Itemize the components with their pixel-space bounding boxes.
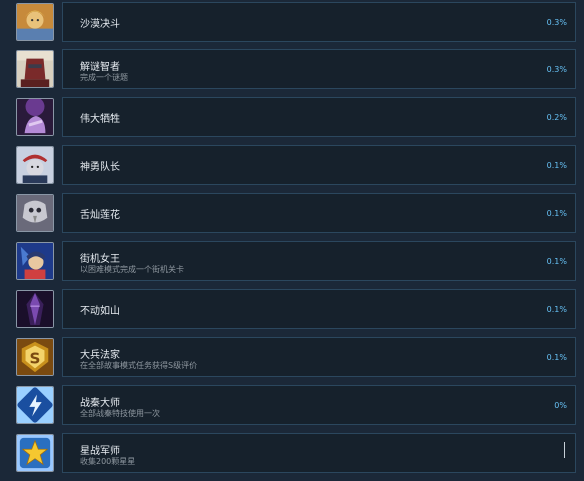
achievement-row[interactable]: 不动如山 0.1% [14,289,578,329]
achievement-panel: 舌灿莲花 0.1% [62,193,576,233]
unlock-percentage: 0.1% [546,257,567,266]
unlock-percentage: 0.2% [546,113,567,122]
achievement-panel: 大兵法家 在全部故事模式任务获得S级评价 0.1% [62,337,576,377]
achievement-description: 以困难模式完成一个街机关卡 [80,265,184,274]
achievement-row[interactable]: 舌灿莲花 0.1% [14,193,578,233]
gold-star-icon [16,434,54,472]
achievement-title: 不动如山 [80,306,120,317]
achievement-description: 全部战秦特技使用一次 [80,409,160,418]
purple-crystal-icon [16,290,54,328]
achievement-row[interactable]: 沙漠决斗 0.3% [14,2,578,42]
achievement-title: 沙漠决斗 [80,19,120,30]
achievement-panel: 沙漠决斗 0.3% [62,2,576,42]
svg-text:S: S [30,350,41,368]
text-cursor-icon [564,442,565,458]
achievement-title: 舌灿莲花 [80,210,120,221]
achievement-row[interactable]: 街机女王 以困难模式完成一个街机关卡 0.1% [14,241,578,281]
warrior-portrait-icon [16,3,54,41]
achievement-title: 大兵法家 [80,350,120,361]
gold-s-badge-icon: S [16,338,54,376]
achievement-description: 收集200颗星星 [80,457,136,466]
achievement-row[interactable]: 战秦大师 全部战秦特技使用一次 0% [14,385,578,425]
unlock-percentage: 0.1% [546,161,567,170]
achievement-panel: 战秦大师 全部战秦特技使用一次 0% [62,385,576,425]
unlock-percentage: 0.1% [546,305,567,314]
purple-hand-icon [16,98,54,136]
achievement-panel: 解谜智者 完成一个谜题 0.3% [62,49,576,89]
achievement-row[interactable]: 解谜智者 完成一个谜题 0.3% [14,49,578,89]
unlock-percentage: 0.1% [546,209,567,218]
masked-warrior-icon [16,50,54,88]
achievement-row[interactable]: 伟大牺牲 0.2% [14,97,578,137]
achievement-description: 在全部故事模式任务获得S级评价 [80,361,198,370]
achievement-list: 沙漠决斗 0.3% 解谜智者 完成一个谜题 0.3% 伟大牺牲 0.2% 神勇队长 0.1… [0,0,584,481]
achievement-title: 星战军师 [80,446,120,457]
achievement-panel: 星战军师 收集200颗星星 [62,433,576,473]
achievement-title: 街机女王 [80,254,120,265]
achievement-panel: 神勇队长 0.1% [62,145,576,185]
unlock-percentage: 0.3% [546,18,567,27]
achievement-panel: 不动如山 0.1% [62,289,576,329]
unlock-percentage: 0.3% [546,65,567,74]
achievement-panel: 街机女王 以困难模式完成一个街机关卡 0.1% [62,241,576,281]
achievement-title: 解谜智者 [80,62,120,73]
unlock-percentage: 0% [554,401,567,410]
skull-bird-icon [16,194,54,232]
achievement-title: 神勇队长 [80,162,120,173]
achievement-row[interactable]: 神勇队长 0.1% [14,145,578,185]
achievement-row[interactable]: S 大兵法家 在全部故事模式任务获得S级评价 0.1% [14,337,578,377]
blue-queen-icon [16,242,54,280]
unlock-percentage: 0.1% [546,353,567,362]
achievement-description: 完成一个谜题 [80,73,128,82]
achievement-title: 战秦大师 [80,398,120,409]
lightning-shield-icon [16,386,54,424]
achievement-panel: 伟大牺牲 0.2% [62,97,576,137]
achievement-row[interactable]: 星战军师 收集200颗星星 [14,433,578,473]
achievement-title: 伟大牺牲 [80,114,120,125]
red-hat-captain-icon [16,146,54,184]
